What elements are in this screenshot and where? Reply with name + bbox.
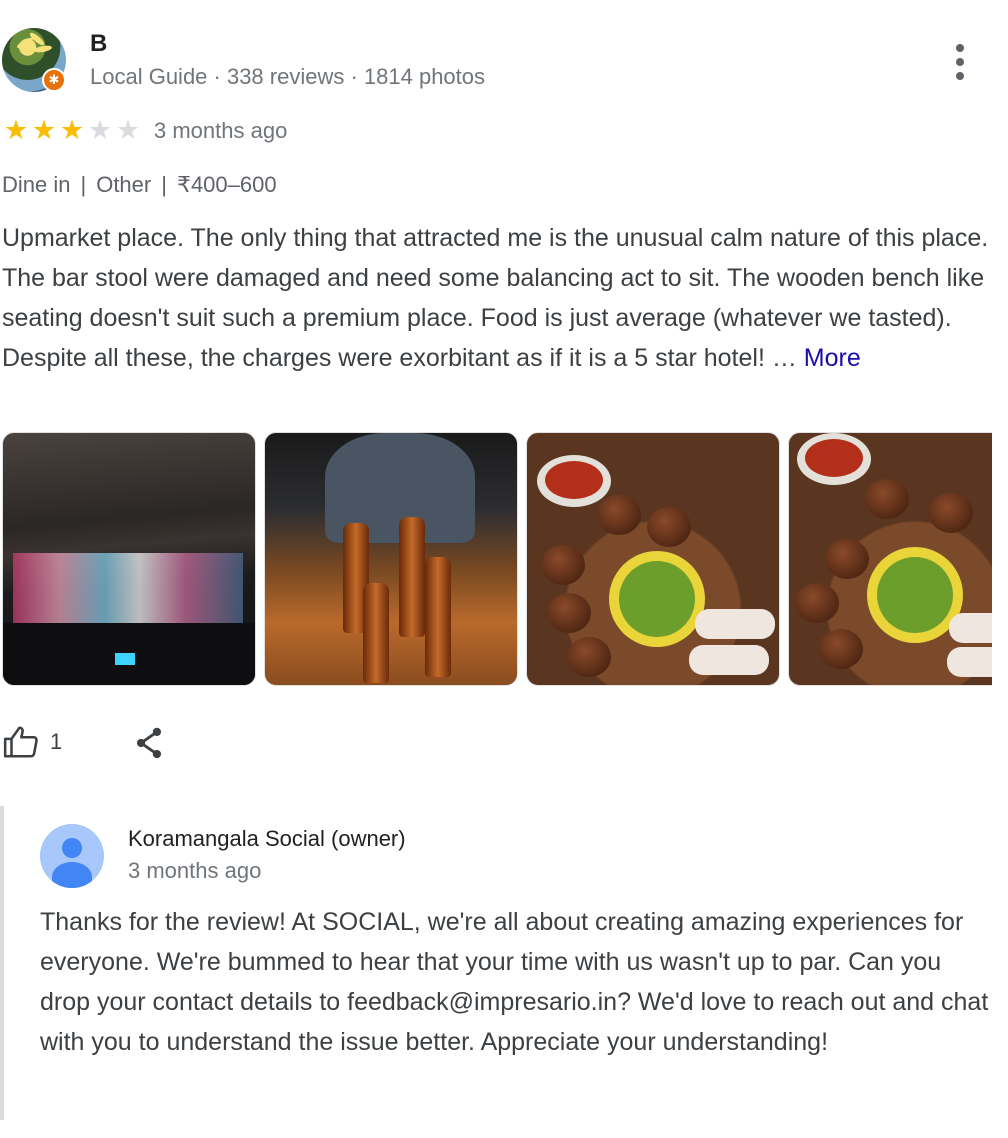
momo-platter-photo[interactable]	[788, 432, 992, 686]
review-tags: Dine in | Other | ₹400–600	[2, 172, 277, 198]
star-filled-icon: ★	[3, 115, 29, 145]
bar-interior-photo[interactable]	[2, 432, 256, 686]
beer-bottles-photo[interactable]	[264, 432, 518, 686]
local-guide-badge-icon: ✱	[42, 68, 66, 92]
more-link[interactable]: More	[804, 344, 861, 372]
review-photos	[2, 432, 992, 686]
star-rating: ★ ★ ★ ★ ★	[2, 116, 142, 146]
star-filled-icon: ★	[59, 115, 85, 145]
tag-dine-in: Dine in	[2, 172, 71, 197]
owner-name: Koramangala Social (owner)	[128, 826, 406, 851]
share-button[interactable]	[130, 724, 168, 762]
more-options-icon[interactable]	[944, 40, 976, 84]
default-person-icon	[40, 824, 104, 888]
review-card: ✱ B Local Guide · 338 reviews · 1814 pho…	[0, 0, 1008, 1138]
tag-separator: |	[161, 172, 167, 197]
review-text: Upmarket place. The only thing that attr…	[2, 218, 992, 378]
owner-reply-text: Thanks for the review! At SOCIAL, we're …	[40, 908, 989, 1056]
tag-separator: |	[80, 172, 87, 197]
star-empty-icon: ★	[87, 115, 113, 145]
reviewer-name[interactable]: B	[90, 30, 107, 58]
tag-price-range: ₹400–600	[176, 172, 277, 197]
reviewer-meta: Local Guide · 338 reviews · 1814 photos	[90, 64, 486, 89]
like-button[interactable]: 1	[2, 722, 66, 762]
tag-meal-type: Other	[96, 172, 152, 197]
thumb-up-icon	[3, 726, 38, 758]
like-count: 1	[50, 729, 63, 754]
review-time: 3 months ago	[154, 118, 288, 143]
momo-platter-photo[interactable]	[526, 432, 780, 686]
share-icon	[136, 727, 162, 759]
star-empty-icon: ★	[115, 115, 141, 145]
owner-reply-time: 3 months ago	[128, 858, 262, 883]
owner-reply: Koramangala Social (owner) 3 months ago …	[0, 806, 1008, 1120]
star-filled-icon: ★	[31, 115, 57, 145]
